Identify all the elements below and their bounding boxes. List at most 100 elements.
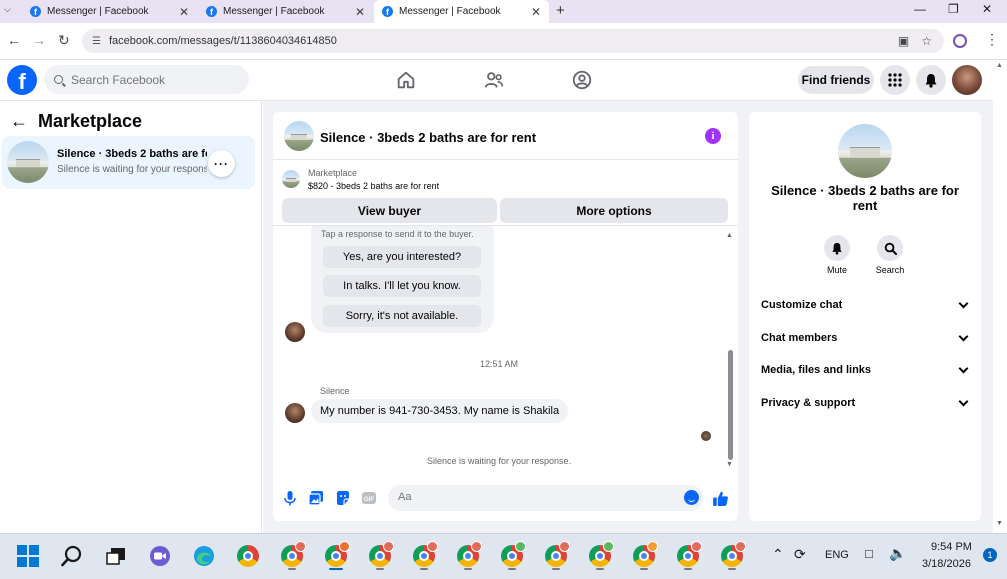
reload-icon[interactable]: ↻: [58, 32, 70, 49]
emoji-icon[interactable]: [684, 490, 699, 505]
sticker-icon[interactable]: [335, 490, 351, 506]
start-button[interactable]: [14, 542, 42, 570]
browser-profile-icon[interactable]: [953, 34, 967, 48]
browser-tab-2[interactable]: f Messenger | Facebook ✕: [198, 0, 373, 23]
tab-search-chevron-icon[interactable]: ⌵: [4, 4, 11, 15]
chrome-taskbar-app-6[interactable]: [454, 541, 482, 570]
sync-status-icon[interactable]: ⟳: [794, 546, 806, 563]
chrome-taskbar-app-2[interactable]: [278, 541, 306, 570]
site-settings-icon[interactable]: ☰: [92, 36, 101, 47]
listing-price-title[interactable]: $820 - 3beds 2 baths are for rent: [308, 181, 439, 191]
tab-close-icon[interactable]: ✕: [353, 5, 367, 19]
gif-icon[interactable]: GIF: [361, 490, 377, 506]
friends-icon[interactable]: [483, 69, 505, 91]
taskbar-search-button[interactable]: [58, 542, 86, 570]
back-arrow-icon[interactable]: ←: [7, 32, 21, 48]
message-bubble[interactable]: My number is 941-730-3453. My name is Sh…: [311, 399, 569, 423]
minimize-icon[interactable]: —: [914, 2, 926, 16]
running-indicator: [376, 568, 384, 570]
chrome-taskbar-app-12[interactable]: [718, 541, 746, 570]
conversation-item[interactable]: Silence · 3beds 2 baths are for rent Sil…: [2, 136, 255, 189]
chrome-taskbar-app-11[interactable]: [674, 541, 702, 570]
photo-icon[interactable]: [308, 490, 324, 506]
search-in-chat-button[interactable]: Search: [865, 235, 915, 275]
microphone-icon[interactable]: [282, 490, 298, 506]
media-files-links-section[interactable]: Media, files and links: [761, 360, 971, 380]
find-friends-button[interactable]: Find friends: [798, 66, 874, 94]
view-buyer-button[interactable]: View buyer: [282, 198, 497, 223]
search-circle[interactable]: [877, 235, 903, 261]
sender-avatar[interactable]: [285, 322, 305, 342]
language-indicator[interactable]: ENG: [825, 549, 849, 561]
chrome-taskbar-app-7[interactable]: [498, 541, 526, 570]
browser-menu-icon[interactable]: ⋮: [985, 31, 999, 48]
tab-close-icon[interactable]: ✕: [529, 5, 543, 19]
mute-button[interactable]: Mute: [812, 235, 862, 275]
chrome-taskbar-app-4[interactable]: [366, 541, 394, 570]
home-icon[interactable]: [395, 69, 417, 91]
scroll-down-icon[interactable]: ▼: [996, 520, 1003, 527]
tab-title: Messenger | Facebook: [47, 6, 149, 17]
install-app-icon[interactable]: ▣: [898, 34, 909, 48]
bookmark-star-icon[interactable]: ☆: [921, 34, 932, 48]
back-arrow-icon[interactable]: ←: [10, 111, 28, 132]
info-icon[interactable]: i: [705, 128, 721, 144]
scroll-up-icon[interactable]: ▲: [996, 62, 1003, 69]
facebook-logo-icon[interactable]: f: [7, 65, 37, 95]
chrome-taskbar-app-3-active[interactable]: [322, 541, 350, 570]
forward-arrow-icon[interactable]: →: [32, 32, 46, 48]
restore-icon[interactable]: ❐: [948, 2, 959, 16]
page-scrollbar[interactable]: ▲ ▼: [993, 60, 1007, 533]
edge-browser-button[interactable]: [190, 542, 218, 570]
task-view-button[interactable]: [102, 542, 130, 570]
mute-circle[interactable]: [824, 235, 850, 261]
new-tab-plus-icon[interactable]: +: [556, 2, 565, 19]
show-hidden-icons-chevron-icon[interactable]: ⌃: [772, 546, 784, 563]
conversation-more-button[interactable]: ···: [208, 150, 235, 177]
address-bar[interactable]: ☰ facebook.com/messages/t/11386040346148…: [82, 29, 944, 53]
quick-reply-hint: Tap a response to send it to the buyer.: [321, 229, 474, 239]
close-window-icon[interactable]: ✕: [982, 2, 992, 16]
thumbs-up-icon[interactable]: [712, 490, 729, 507]
clock-date[interactable]: 3/18/2026: [922, 558, 971, 570]
message-input[interactable]: [398, 491, 668, 503]
clock-time[interactable]: 9:54 PM: [931, 541, 972, 553]
chrome-taskbar-app-1[interactable]: [234, 542, 262, 570]
volume-icon[interactable]: 🔈: [889, 545, 906, 562]
menu-grid-button[interactable]: [880, 65, 910, 95]
browser-tab-1[interactable]: f Messenger | Facebook ✕: [22, 0, 197, 23]
url-text[interactable]: facebook.com/messages/t/1138604034614850: [109, 35, 898, 47]
chat-title[interactable]: Silence · 3beds 2 baths are for rent: [320, 130, 536, 145]
listing-thumbnail[interactable]: [284, 121, 314, 151]
search-icon: [884, 242, 897, 255]
quick-reply-interested[interactable]: Yes, are you interested?: [323, 246, 481, 268]
chat-members-section[interactable]: Chat members: [761, 328, 971, 348]
scroll-up-icon[interactable]: ▲: [726, 232, 733, 239]
facebook-search-input[interactable]: [71, 72, 231, 87]
browser-tab-3-active[interactable]: f Messenger | Facebook ✕: [374, 0, 549, 23]
profile-badge: [735, 541, 746, 552]
chat-scrollbar[interactable]: ▲ ▼: [725, 230, 735, 472]
network-icon[interactable]: □: [865, 546, 873, 561]
chrome-taskbar-app-10[interactable]: [630, 541, 658, 570]
customize-chat-section[interactable]: Customize chat: [761, 295, 971, 315]
meet-app-button[interactable]: [146, 542, 174, 570]
sender-avatar[interactable]: [285, 403, 305, 423]
message-input-box[interactable]: [388, 485, 703, 511]
chrome-taskbar-app-8[interactable]: [542, 541, 570, 570]
groups-icon[interactable]: [571, 69, 593, 91]
privacy-support-section[interactable]: Privacy & support: [761, 393, 971, 413]
scroll-down-icon[interactable]: ▼: [726, 461, 733, 468]
account-avatar[interactable]: [952, 65, 982, 95]
quick-reply-in-talks[interactable]: In talks. I'll let you know.: [323, 275, 481, 297]
chrome-taskbar-app-5[interactable]: [410, 541, 438, 570]
tab-close-icon[interactable]: ✕: [177, 5, 191, 19]
facebook-search-box[interactable]: [44, 65, 249, 94]
listing-photo[interactable]: [838, 124, 892, 178]
chrome-taskbar-app-9[interactable]: [586, 541, 614, 570]
quick-reply-not-available[interactable]: Sorry, it's not available.: [323, 305, 481, 327]
notifications-button[interactable]: [916, 65, 946, 95]
notification-count-badge[interactable]: 1: [983, 548, 997, 562]
chat-scrollbar-thumb[interactable]: [728, 350, 733, 460]
more-options-button[interactable]: More options: [500, 198, 728, 223]
